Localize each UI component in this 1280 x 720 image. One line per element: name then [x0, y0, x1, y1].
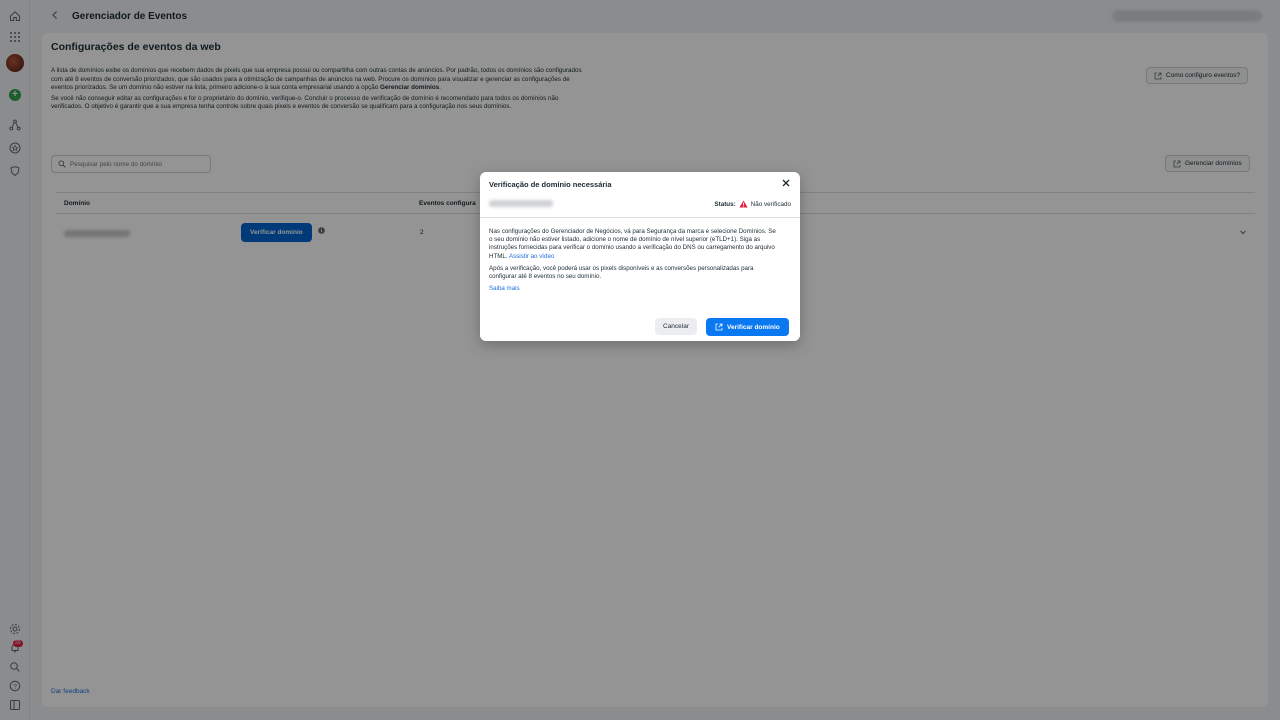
- domain-verification-dialog: Verificação de domínio necessária Status…: [480, 172, 800, 341]
- verify-domain-button[interactable]: Verificar domínio: [706, 318, 789, 336]
- watch-video-link[interactable]: Assistir ao vídeo: [509, 253, 554, 260]
- external-link-icon: [715, 323, 723, 331]
- dialog-body: Nas configurações do Gerenciador de Negó…: [489, 228, 779, 297]
- modal-backdrop[interactable]: [0, 0, 1280, 720]
- status-label: Status:: [714, 200, 736, 208]
- cancel-button[interactable]: Cancelar: [655, 318, 698, 335]
- verify-domain-label: Verificar domínio: [727, 323, 780, 331]
- dialog-divider: [480, 217, 800, 218]
- warning-icon: [739, 200, 748, 208]
- dialog-paragraph-1: Nas configurações do Gerenciador de Negó…: [489, 228, 779, 261]
- dialog-title: Verificação de domínio necessária: [489, 180, 612, 189]
- learn-more-link[interactable]: Saiba mais: [489, 285, 520, 292]
- close-icon[interactable]: [781, 178, 791, 191]
- status-value: Não verificado: [750, 200, 791, 208]
- verification-status: Status: Não verificado: [714, 200, 791, 208]
- dialog-paragraph-2: Após a verificação, você poderá usar os …: [489, 264, 754, 281]
- dialog-domain-redacted: [489, 200, 553, 207]
